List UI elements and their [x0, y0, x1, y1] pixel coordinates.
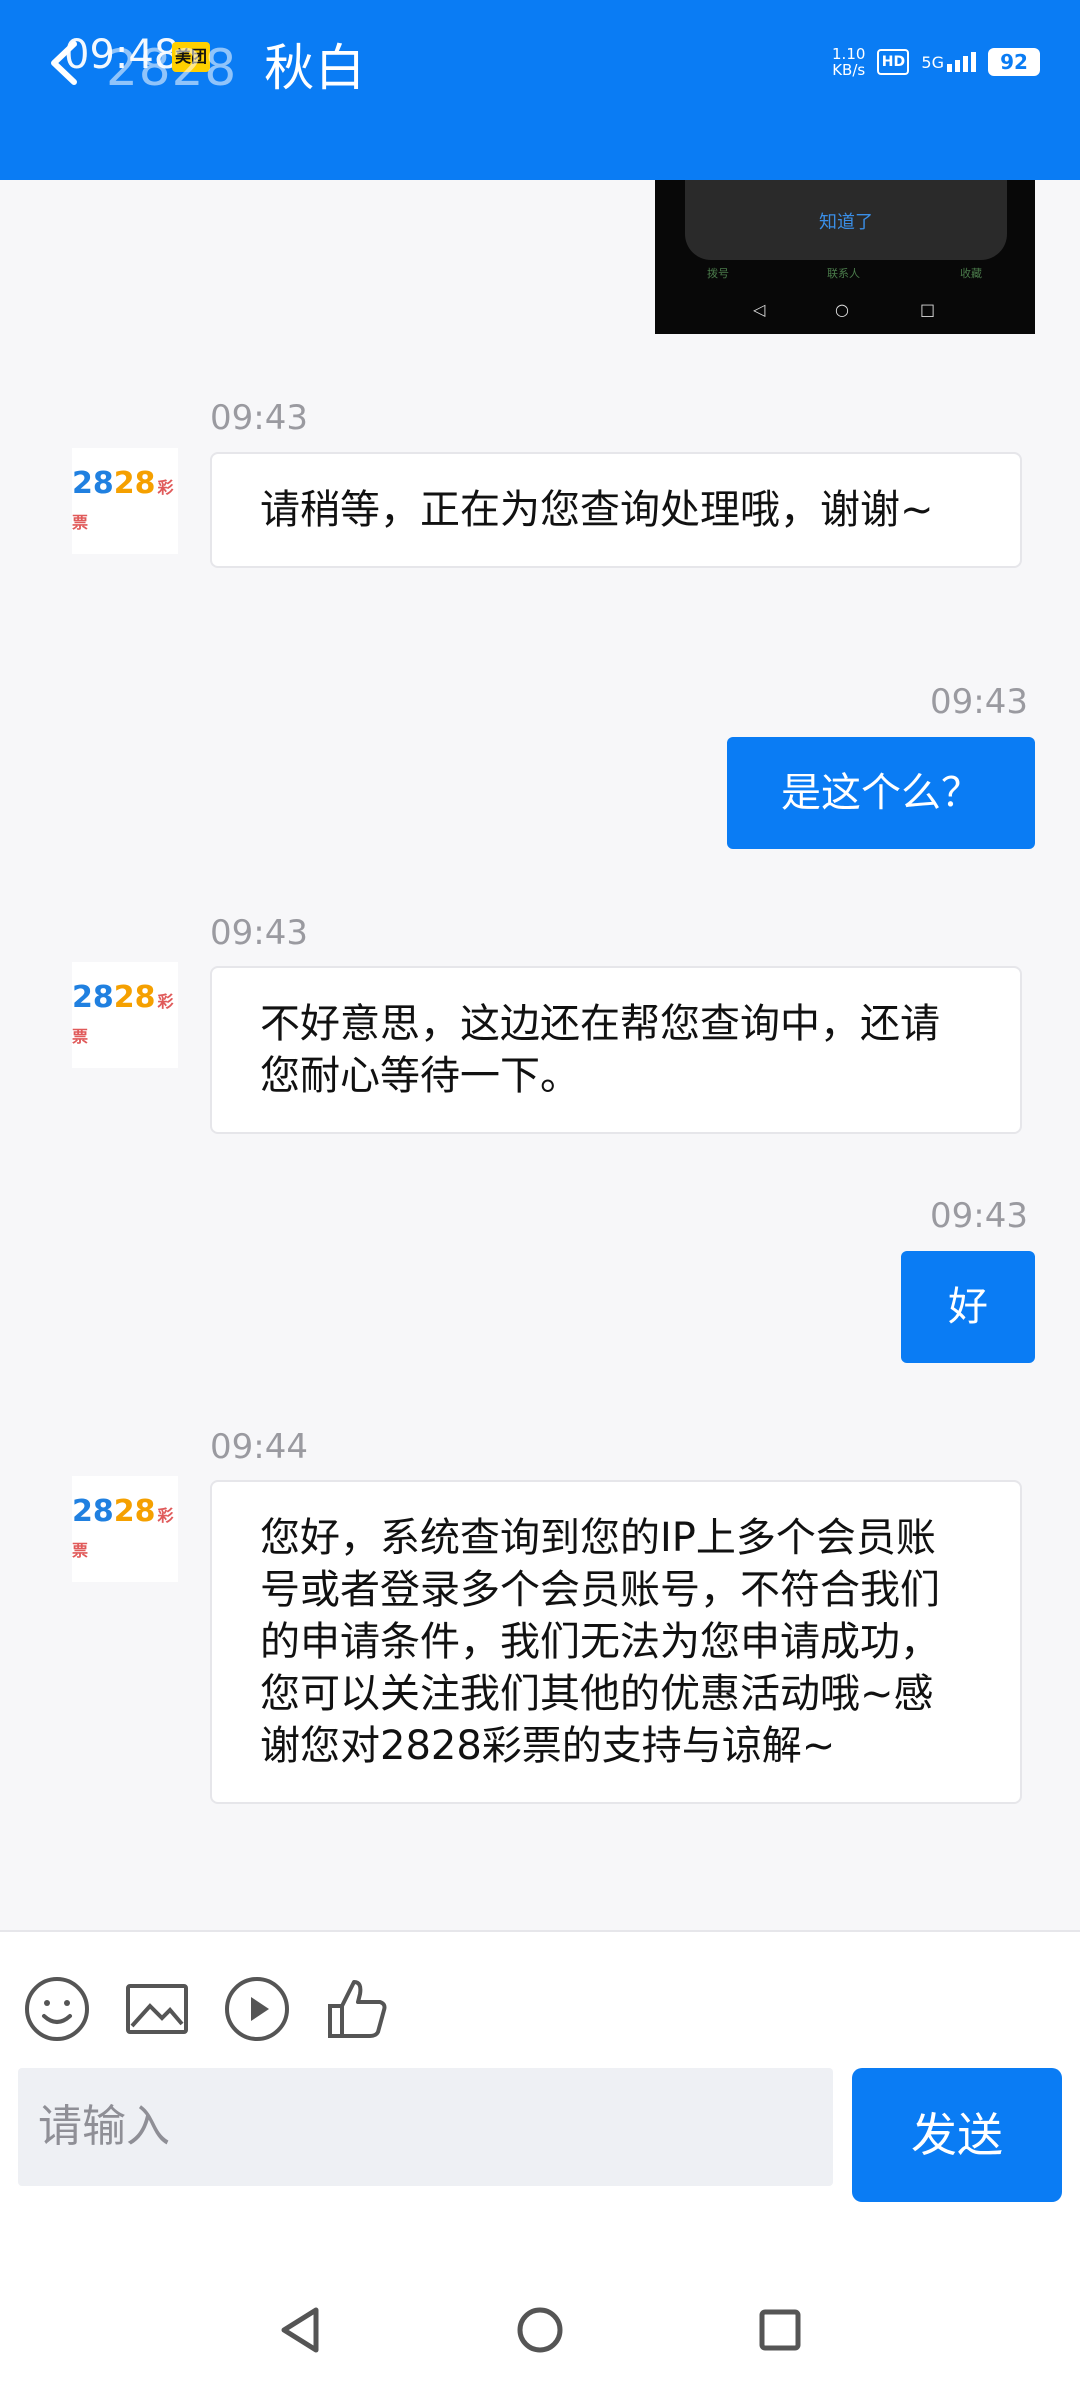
battery-icon: 92: [988, 48, 1040, 76]
image-icon[interactable]: [124, 1976, 190, 2042]
nav-recents-icon[interactable]: [750, 2300, 810, 2360]
image-tab: 拨号: [707, 267, 729, 280]
image-dialog-button: 知道了: [819, 212, 873, 233]
agent-avatar: 2828 彩票: [72, 962, 178, 1068]
message-timestamp: 09:43: [930, 1196, 1028, 1236]
incoming-message: 不好意思，这边还在帮您查询中，还请您耐心等待一下。: [210, 966, 1022, 1134]
image-nav-recent: □: [920, 300, 936, 319]
send-button[interactable]: 发送: [852, 2068, 1062, 2202]
message-timestamp: 09:43: [210, 913, 308, 953]
message-timestamp: 09:44: [210, 1427, 308, 1467]
chat-title-name: 秋白: [264, 39, 367, 97]
hd-icon: HD: [877, 49, 910, 75]
incoming-message: 您好，系统查询到您的IP上多个会员账号或者登录多个会员账号，不符合我们的申请条件…: [210, 1480, 1022, 1804]
signal-icon: 5G: [921, 52, 976, 72]
image-dialog: 知道了: [685, 180, 1007, 260]
incoming-message: 请稍等，正在为您查询处理哦，谢谢~: [210, 452, 1022, 568]
video-icon[interactable]: [224, 1976, 290, 2042]
signal-label: 5G: [921, 53, 944, 72]
outgoing-message: 好: [901, 1251, 1035, 1363]
chat-title: 2828 秋白: [106, 28, 366, 100]
outgoing-message: 是这个么？: [727, 737, 1035, 849]
system-nav-bar: [0, 2300, 1080, 2380]
message-input[interactable]: 请输入: [18, 2068, 833, 2186]
chat-title-prefix: 2828: [106, 39, 238, 97]
status-icons: 1.10 KB/s HD 5G 92: [832, 40, 1040, 84]
image-tab: 收藏: [960, 267, 982, 280]
image-nav-home: ○: [835, 300, 849, 319]
composer-toolbar: [24, 1976, 390, 2042]
thumbs-up-icon[interactable]: [324, 1976, 390, 2042]
message-timestamp: 09:43: [930, 682, 1028, 722]
agent-avatar: 28282828彩票: [72, 448, 178, 554]
message-image[interactable]: 知道了 拨号 联系人 收藏 ◁ ○ □: [655, 180, 1035, 334]
image-tab: 联系人: [827, 267, 860, 280]
nav-home-icon[interactable]: [510, 2300, 570, 2360]
network-speed-unit: KB/s: [832, 61, 866, 79]
network-speed-value: 1.10: [832, 45, 866, 63]
agent-avatar: 2828 彩票: [72, 1476, 178, 1582]
image-nav-back: ◁: [753, 300, 766, 319]
app-header: 09:48 美团 2828 秋白 1.10 KB/s HD 5G 92: [0, 0, 1080, 180]
network-speed: 1.10 KB/s: [832, 46, 865, 78]
emoji-icon[interactable]: [24, 1976, 90, 2042]
message-timestamp: 09:43: [210, 398, 308, 438]
nav-back-icon[interactable]: [270, 2300, 330, 2360]
